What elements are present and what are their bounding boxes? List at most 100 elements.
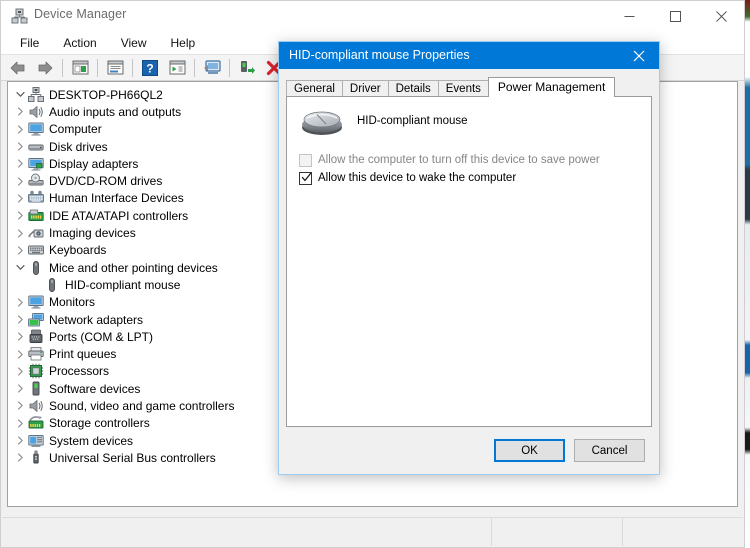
chevron-right-icon <box>17 419 23 428</box>
expander[interactable] <box>12 415 28 431</box>
speaker-icon <box>28 104 44 120</box>
cancel-button[interactable]: Cancel <box>574 439 645 462</box>
usb-icon <box>33 450 39 464</box>
expander[interactable] <box>12 450 28 466</box>
enable-device-icon <box>240 60 255 74</box>
maximize-button[interactable] <box>653 1 698 31</box>
tab-events[interactable]: Events <box>437 80 489 97</box>
expander[interactable] <box>12 294 28 310</box>
checkbox-allow-turn-off[interactable] <box>299 154 312 167</box>
help-button[interactable]: ? <box>137 56 163 79</box>
expander[interactable] <box>12 398 28 414</box>
properties-dialog: HID-compliant mouse Properties General D… <box>278 41 660 475</box>
software-device-icon <box>28 381 44 397</box>
tree-row-label: IDE ATA/ATAPI controllers <box>49 208 189 223</box>
expander[interactable] <box>12 381 28 397</box>
chevron-right-icon <box>17 349 23 359</box>
mouse-device-icon <box>299 105 345 137</box>
tab-power-management[interactable]: Power Management <box>487 77 616 97</box>
printer-icon <box>28 346 44 362</box>
chevron-down-icon <box>15 265 25 270</box>
monitor-icon <box>28 295 44 309</box>
port-icon <box>28 329 44 345</box>
checkbox-allow-wake[interactable] <box>299 172 312 185</box>
minimize-icon <box>624 15 635 17</box>
expander[interactable] <box>12 312 28 328</box>
expander[interactable] <box>12 346 28 362</box>
option-allow-wake[interactable]: Allow this device to wake the computer <box>299 171 516 185</box>
tab-general[interactable]: General <box>286 80 343 97</box>
expander[interactable] <box>12 87 28 103</box>
option-label-allow-turn-off: Allow the computer to turn off this devi… <box>318 154 600 166</box>
tree-row-label: DVD/CD-ROM drives <box>49 174 163 189</box>
expander[interactable] <box>12 260 28 276</box>
menu-action[interactable]: Action <box>52 34 107 52</box>
tab-driver[interactable]: Driver <box>341 80 389 97</box>
expander[interactable] <box>12 156 28 172</box>
chevron-right-icon <box>17 298 23 307</box>
minimize-button[interactable] <box>607 1 652 31</box>
tree-row-label: DESKTOP-PH66QL2 <box>49 87 163 102</box>
tab-details[interactable]: Details <box>387 80 439 97</box>
back-button[interactable] <box>5 56 31 79</box>
back-icon <box>10 61 25 74</box>
expander[interactable] <box>12 173 28 189</box>
expander[interactable] <box>12 329 28 345</box>
show-hide-console-tree-button[interactable] <box>67 56 93 79</box>
monitor-icon <box>28 122 44 136</box>
expander[interactable] <box>12 104 28 120</box>
expander[interactable] <box>12 121 28 137</box>
tree-row-label: Display adapters <box>49 156 139 171</box>
dialog-tabstrip: General Driver Details Events Power Mana… <box>286 77 652 97</box>
chevron-right-icon <box>17 194 23 203</box>
enable-device-button[interactable] <box>234 56 260 79</box>
update-driver-button[interactable] <box>199 56 225 79</box>
expander <box>28 277 44 293</box>
properties-button[interactable] <box>102 56 128 79</box>
forward-button[interactable] <box>32 56 58 79</box>
expander[interactable] <box>12 139 28 155</box>
expander[interactable] <box>12 208 28 224</box>
toolbar-separator <box>62 58 63 77</box>
tree-row-label: Universal Serial Bus controllers <box>49 450 216 465</box>
menu-help[interactable]: Help <box>160 34 207 52</box>
disk-drive-icon <box>28 139 44 155</box>
monitor-icon <box>28 121 44 137</box>
dialog-body: General Driver Details Events Power Mana… <box>279 69 659 474</box>
tree-row-label: System devices <box>49 433 134 448</box>
ok-button[interactable]: OK <box>494 439 565 462</box>
chevron-right-icon <box>17 125 23 134</box>
dialog-close-button[interactable] <box>619 42 659 69</box>
update-driver-icon <box>203 60 221 74</box>
scan-for-hardware-changes-icon <box>169 60 185 75</box>
option-allow-turn-off[interactable]: Allow the computer to turn off this devi… <box>299 153 600 167</box>
chevron-right-icon <box>17 384 23 393</box>
tree-row-label: Print queues <box>49 347 117 362</box>
expander[interactable] <box>12 242 28 258</box>
keyboard-icon <box>28 245 44 255</box>
device-name: HID-compliant mouse <box>357 115 468 127</box>
window-title: Device Manager <box>34 7 127 21</box>
hid-icon <box>28 190 44 206</box>
chevron-right-icon <box>17 246 23 255</box>
expander[interactable] <box>12 225 28 241</box>
dialog-title: HID-compliant mouse Properties <box>289 48 470 62</box>
toolbar-separator <box>97 58 98 77</box>
properties-icon <box>107 60 123 75</box>
menu-view[interactable]: View <box>110 34 158 52</box>
scan-for-hardware-changes-button[interactable] <box>164 56 190 79</box>
statusbar-segment-left <box>2 518 492 546</box>
tree-row-label: Computer <box>49 122 102 137</box>
dialog-titlebar: HID-compliant mouse Properties <box>279 42 659 69</box>
close-button[interactable] <box>699 1 744 31</box>
port-icon <box>29 329 43 343</box>
window-titlebar: Device Manager <box>1 1 744 32</box>
ide-controller-icon <box>28 209 44 221</box>
statusbar-segment-right <box>623 518 743 546</box>
tree-row-label: Audio inputs and outputs <box>49 104 182 119</box>
menu-file[interactable]: File <box>9 34 50 52</box>
chevron-right-icon <box>17 436 23 445</box>
expander[interactable] <box>12 433 28 449</box>
expander[interactable] <box>12 363 28 379</box>
expander[interactable] <box>12 190 28 206</box>
